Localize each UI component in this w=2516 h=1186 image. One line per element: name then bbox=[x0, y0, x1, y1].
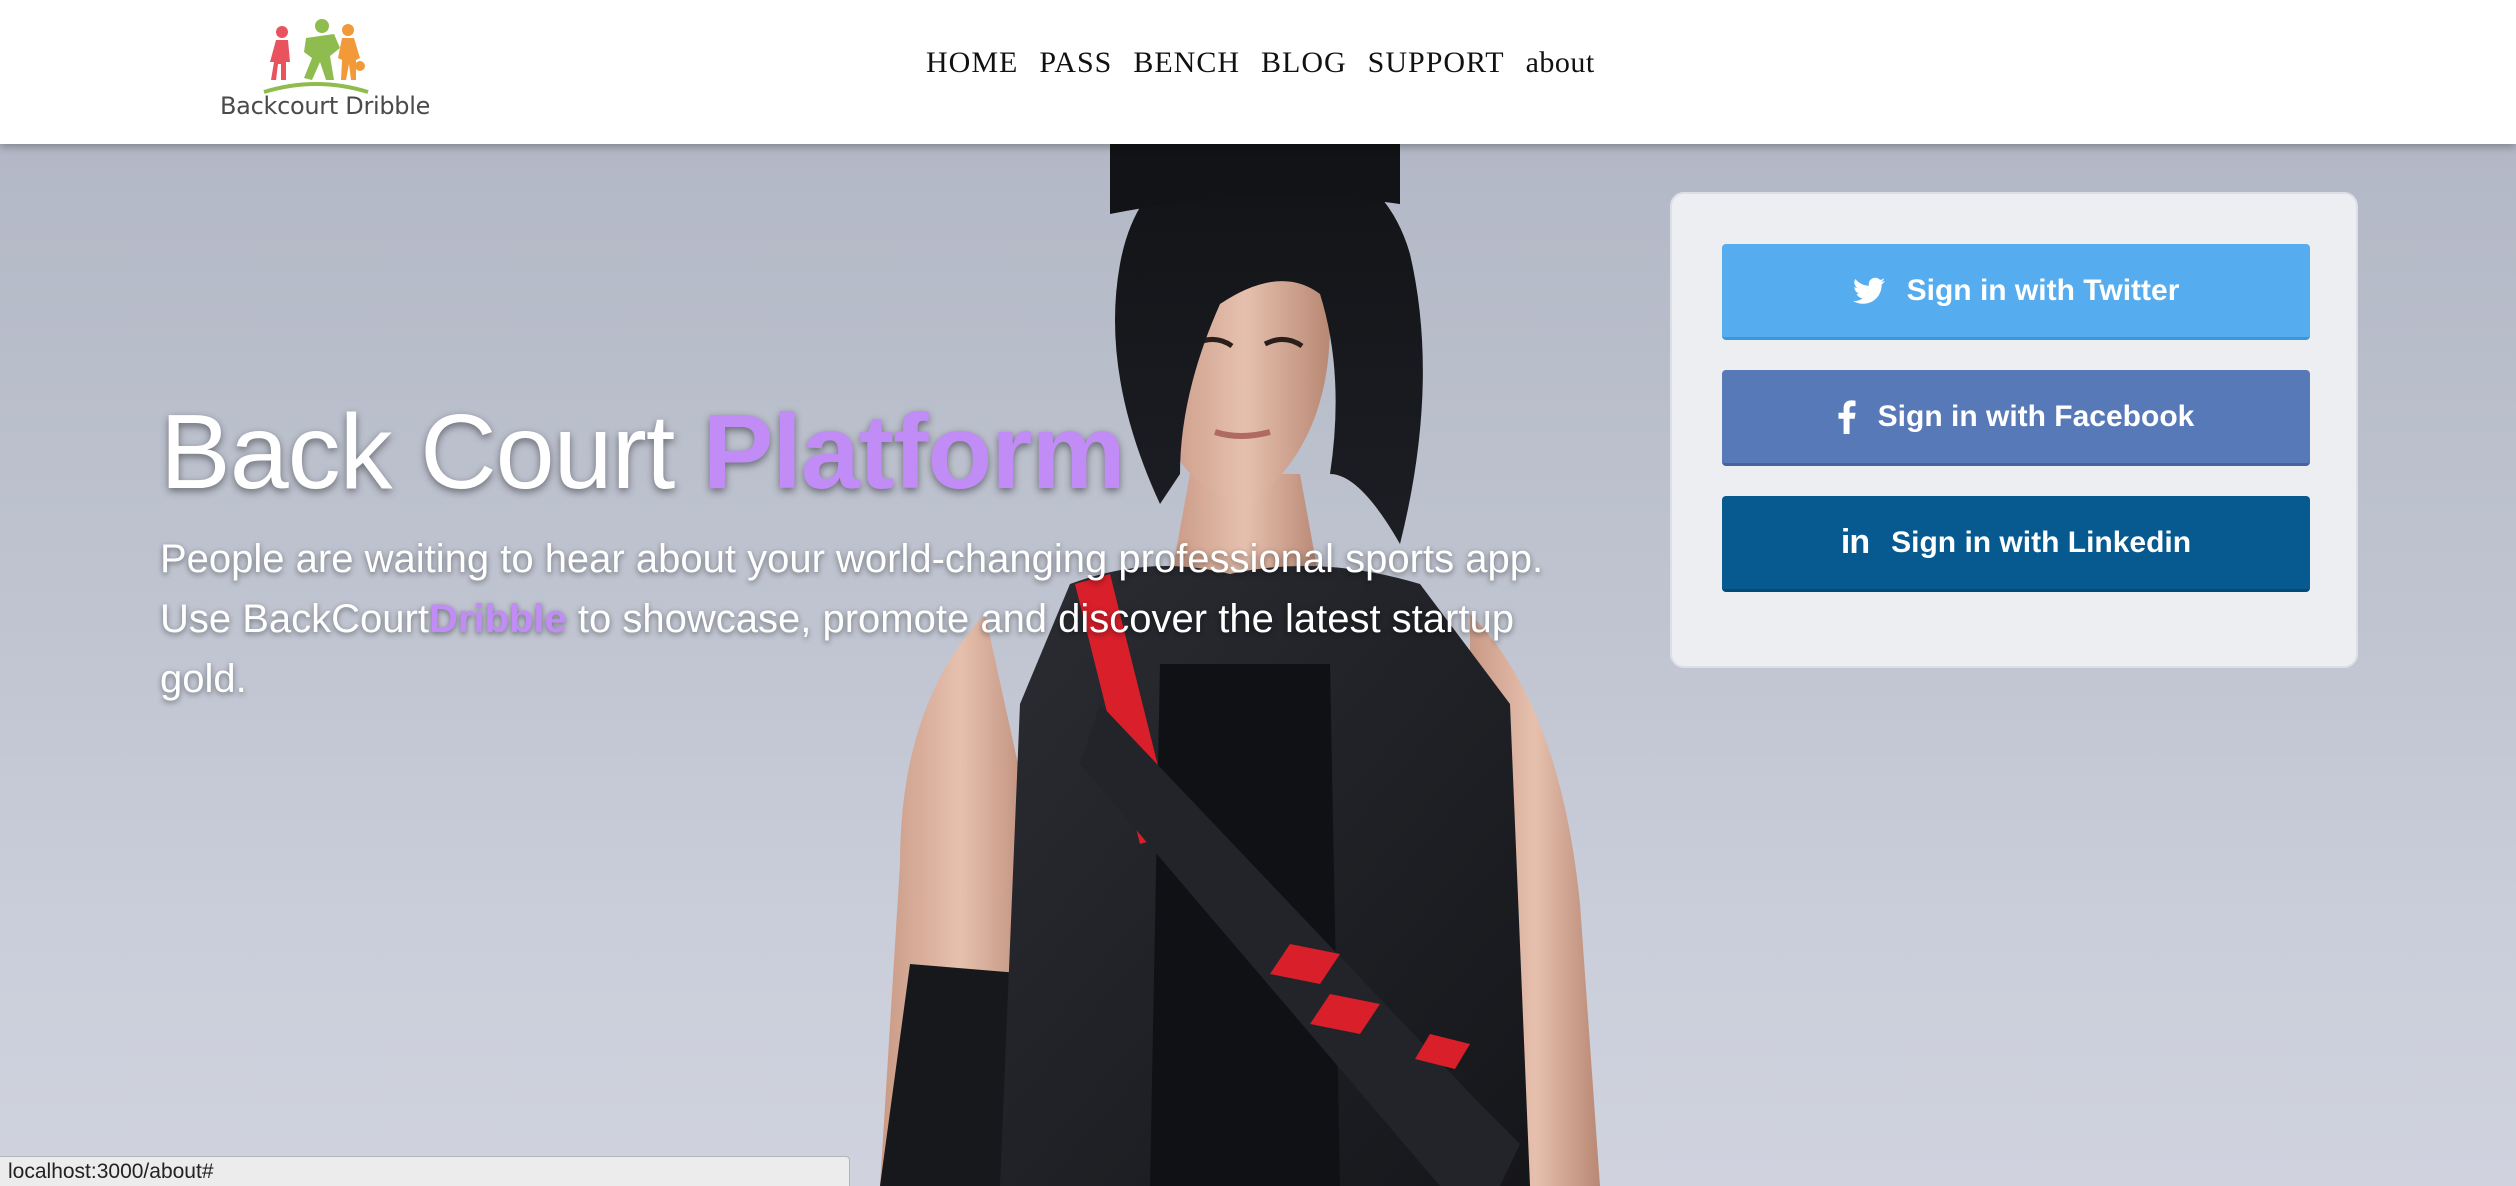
site-logo[interactable]: Backcourt Dribble bbox=[212, 14, 432, 124]
nav-item-bench[interactable]: BENCH bbox=[1133, 46, 1240, 80]
browser-status-bar: localhost:3000/about# bbox=[0, 1156, 850, 1186]
hero-description-accent: Dribble bbox=[428, 597, 567, 641]
hero-description: People are waiting to hear about your wo… bbox=[160, 529, 1600, 709]
facebook-signin-button[interactable]: Sign in with Facebook bbox=[1722, 370, 2310, 466]
linkedin-signin-label: Sign in with Linkedin bbox=[1891, 525, 2192, 559]
logo-text: Backcourt Dribble bbox=[220, 92, 431, 120]
twitter-signin-button[interactable]: Sign in with Twitter bbox=[1722, 244, 2310, 340]
sports-players-logo-icon bbox=[263, 19, 369, 94]
main-nav: HOME PASS BENCH BLOG SUPPORT about bbox=[926, 46, 1595, 80]
hero-title-main: Back Court bbox=[160, 393, 703, 511]
facebook-signin-label: Sign in with Facebook bbox=[1877, 399, 2195, 433]
facebook-icon bbox=[1838, 399, 1856, 434]
linkedin-signin-button[interactable]: in Sign in with Linkedin bbox=[1722, 496, 2310, 592]
nav-item-blog[interactable]: BLOG bbox=[1261, 46, 1347, 80]
linkedin-icon: in bbox=[1840, 523, 1870, 561]
nav-item-support[interactable]: SUPPORT bbox=[1368, 46, 1505, 80]
nav-item-about[interactable]: about bbox=[1526, 46, 1595, 80]
site-header: Backcourt Dribble HOME PASS BENCH BLOG S… bbox=[0, 0, 2516, 144]
hero-title: Back Court Platform bbox=[160, 392, 1126, 513]
twitter-signin-label: Sign in with Twitter bbox=[1906, 273, 2180, 307]
signin-panel: Sign in with Twitter Sign in with Facebo… bbox=[1670, 192, 2358, 668]
hero-section: Back Court Platform People are waiting t… bbox=[0, 144, 2516, 1186]
twitter-icon bbox=[1852, 277, 1885, 305]
nav-item-home[interactable]: HOME bbox=[926, 46, 1018, 80]
hero-title-accent: Platform bbox=[702, 393, 1126, 511]
nav-item-pass[interactable]: PASS bbox=[1039, 46, 1112, 80]
